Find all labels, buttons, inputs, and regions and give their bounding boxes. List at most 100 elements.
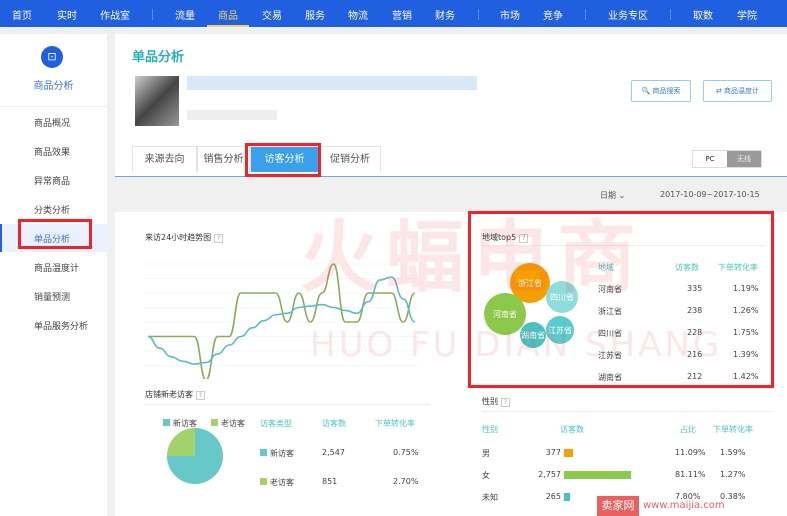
thermometer-button[interactable]: ⇄ 商品温度计 (703, 80, 772, 102)
gender-label: 女 (482, 471, 490, 480)
sidebar-item[interactable]: 异常商品 (34, 174, 70, 187)
sidebar-item[interactable]: 商品温度计 (34, 261, 79, 274)
trend-line-chart: 0246810121416182022 (145, 263, 420, 379)
device-wireless[interactable]: 无线 (727, 151, 761, 167)
nav-separator (670, 9, 671, 20)
product-meta-blurred (187, 110, 277, 120)
sidebar-item[interactable]: 商品概况 (34, 116, 70, 129)
highlight-box (245, 143, 321, 177)
nav-item[interactable]: 业务专区 (608, 7, 648, 22)
tab[interactable]: 来源去向 (132, 146, 197, 172)
nav-item[interactable]: 学院 (737, 7, 757, 22)
device-toggle: PC 无线 (692, 150, 762, 168)
device-pc[interactable]: PC (693, 151, 727, 167)
button-label: 商品温度计 (724, 87, 760, 95)
column-header: 下单转化率 (375, 419, 415, 428)
gender-rate: 1.27% (720, 470, 746, 479)
nav-item[interactable]: 营销 (392, 7, 412, 22)
help-icon[interactable]: ? (501, 398, 510, 407)
type-label: 老访客 (270, 478, 294, 487)
gender-label: 男 (482, 449, 490, 458)
date-dropdown[interactable]: 日期 ⌄ (600, 190, 625, 201)
gender-label: 未知 (482, 493, 498, 502)
date-label: 日期 (600, 191, 616, 200)
nav-item[interactable]: 市场 (500, 7, 520, 22)
newold-title-text: 店铺新老访客 (145, 390, 193, 399)
highlight-box (468, 211, 774, 388)
gender-bar (564, 471, 631, 479)
filter-bar: 日期 ⌄ 2017-10-09~2017-10-15 (115, 176, 787, 212)
gender-visitors: 265 (545, 492, 561, 501)
column-header: 性别 (482, 425, 498, 434)
visitor-type: 新访客 (260, 448, 294, 459)
nav-separator (585, 9, 586, 20)
shopping-bag-icon: ⊡ (41, 46, 63, 68)
legend-swatch (211, 419, 218, 426)
legend-label: 老访客 (221, 419, 245, 428)
nav-item[interactable]: 作战室 (100, 7, 130, 22)
legend-swatch (260, 449, 267, 456)
nav-item[interactable]: 物流 (348, 7, 368, 22)
column-header: 访客数 (560, 425, 584, 434)
help-icon[interactable]: ? (196, 391, 205, 400)
nav-separator (152, 9, 153, 20)
gender-share: 81.11% (675, 470, 706, 479)
sidebar: ⊡ 商品分析 商品概况 商品效果 异常商品 分类分析 单品分析 商品温度计 销量预测 单品服务… (0, 34, 107, 516)
gender-rate: 1.59% (720, 448, 746, 457)
sidebar-title: 商品分析 (33, 81, 74, 92)
nav-separator (478, 9, 479, 20)
top-nav: 首页 实时 作战室 流量 商品 交易 服务 物流 营销 财务 市场 竞争 业务专区 取数 学院 (0, 0, 787, 27)
divider (145, 404, 430, 405)
gender-title-text: 性别 (482, 397, 498, 406)
conversion-rate: 2.70% (393, 477, 419, 486)
pie-slice-old (167, 428, 195, 456)
gender-share: 11.09% (675, 448, 706, 457)
column-header: 下单转化率 (713, 425, 753, 434)
divider (482, 411, 772, 412)
legend-swatch (163, 419, 170, 426)
sidebar-item[interactable]: 分类分析 (34, 203, 70, 216)
nav-item[interactable]: 流量 (175, 7, 195, 22)
visitor-type: 老访客 (260, 477, 294, 488)
gender-title: 性别? (482, 396, 510, 407)
sidebar-item[interactable]: 销量预测 (34, 290, 70, 303)
visitor-count: 851 (322, 477, 338, 486)
nav-item[interactable]: 交易 (262, 7, 282, 22)
gender-visitors: 2,757 (538, 470, 561, 479)
conversion-rate: 0.75% (393, 448, 419, 457)
nav-item[interactable]: 服务 (305, 7, 325, 22)
visitor-count: 2,547 (322, 448, 345, 457)
divider (0, 106, 107, 107)
nav-item[interactable]: 竞争 (543, 7, 563, 22)
corner-watermark: 卖家网 (597, 496, 639, 516)
newold-title: 店铺新老访客? (145, 389, 205, 400)
legend-swatch (260, 478, 267, 485)
date-range: 2017-10-09~2017-10-15 (660, 190, 760, 199)
button-label: 商品搜索 (652, 87, 681, 95)
nav-item[interactable]: 商品 (218, 7, 238, 22)
column-header: 占比 (680, 425, 696, 434)
type-label: 新访客 (270, 449, 294, 458)
product-thumbnail (135, 76, 179, 126)
product-name-blurred (187, 76, 477, 90)
nav-item[interactable]: 实时 (57, 7, 77, 22)
gender-bar (564, 493, 571, 501)
column-header: 访客数 (322, 419, 346, 428)
sidebar-item[interactable]: 商品效果 (34, 145, 70, 158)
newold-pie-chart (167, 428, 223, 484)
nav-item[interactable]: 取数 (693, 7, 713, 22)
tab[interactable]: 促销分析 (319, 146, 381, 172)
column-header: 访客类型 (260, 419, 292, 428)
legend-label: 新访客 (173, 419, 197, 428)
sidebar-item[interactable]: 单品服务分析 (34, 319, 88, 332)
highlight-box (18, 219, 92, 249)
page-title: 单品分析 (132, 50, 185, 65)
gender-visitors: 377 (545, 448, 561, 457)
gender-bar (564, 449, 574, 457)
product-search-button[interactable]: 🔍 商品搜索 (631, 80, 691, 102)
nav-item[interactable]: 财务 (435, 7, 455, 22)
tab[interactable]: 销售分析 (197, 146, 250, 172)
corner-watermark-url: www.maijia.com (643, 500, 725, 511)
nav-item[interactable]: 首页 (12, 7, 32, 22)
active-underline (207, 25, 249, 27)
